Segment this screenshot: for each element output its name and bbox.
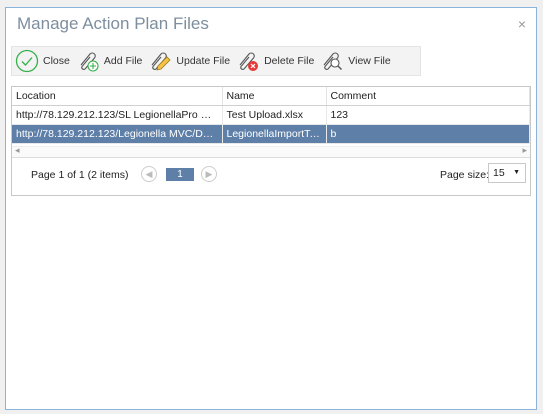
column-header-name[interactable]: Name	[222, 87, 327, 106]
cell-location: http://78.129.212.123/SL LegionellaPro V…	[12, 105, 223, 125]
page-size-select[interactable]: 15 ▼	[488, 163, 526, 183]
scroll-left-icon[interactable]: ◂	[15, 145, 20, 156]
current-page-button[interactable]: 1	[166, 168, 194, 181]
cell-name: Test Upload.xlsx	[222, 105, 327, 125]
next-page-icon[interactable]: ▶	[201, 166, 217, 182]
cell-name: LegionellaImportTe...	[222, 124, 327, 144]
add-file-label: Add File	[103, 55, 143, 67]
table-row[interactable]: http://78.129.212.123/SL LegionellaPro V…	[12, 105, 530, 125]
paperclip-pencil-icon	[151, 52, 171, 71]
delete-file-label: Delete File	[264, 55, 315, 67]
cell-comment: 123	[326, 105, 530, 125]
update-file-label: Update File	[176, 55, 231, 67]
cell-comment: b	[326, 124, 530, 144]
page-size-label: Page size:	[440, 169, 490, 181]
prev-page-icon[interactable]: ◀	[141, 166, 157, 182]
column-header-location[interactable]: Location	[12, 87, 223, 106]
page-size-value: 15	[493, 167, 505, 179]
pager: Page 1 of 1 (2 items) ◀ 1 ▶ Page size: 1…	[12, 157, 530, 195]
dialog-title: Manage Action Plan Files	[17, 14, 209, 33]
paperclip-add-icon	[80, 52, 99, 72]
pager-info: Page 1 of 1 (2 items)	[31, 169, 129, 181]
check-circle-icon	[15, 49, 39, 73]
dialog-close-icon[interactable]: ×	[518, 16, 526, 32]
chevron-down-icon: ▼	[513, 169, 520, 176]
column-header-comment[interactable]: Comment	[326, 87, 530, 106]
close-button[interactable]: Close	[12, 47, 73, 75]
paperclip-magnifier-icon	[323, 52, 343, 70]
toolbar: Close Add File Update File Delete File V…	[11, 46, 421, 76]
update-file-button[interactable]: Update File	[145, 47, 233, 75]
view-file-button[interactable]: View File	[317, 47, 393, 75]
view-file-label: View File	[348, 55, 391, 67]
close-button-label: Close	[43, 55, 70, 67]
paperclip-delete-icon	[239, 52, 259, 71]
cell-location: http://78.129.212.123/Legionella MVC/Doc…	[12, 124, 223, 144]
files-table: Location Name Comment http://78.129.212.…	[12, 87, 530, 144]
table-row-selected[interactable]: http://78.129.212.123/Legionella MVC/Doc…	[12, 124, 530, 144]
manage-files-dialog: Manage Action Plan Files × Close Add Fil…	[5, 7, 537, 410]
delete-file-button[interactable]: Delete File	[233, 47, 317, 75]
scroll-right-icon[interactable]: ▸	[522, 145, 527, 156]
add-file-button[interactable]: Add File	[73, 47, 146, 75]
table-header-row: Location Name Comment	[12, 87, 530, 106]
files-grid: Location Name Comment http://78.129.212.…	[11, 86, 531, 196]
